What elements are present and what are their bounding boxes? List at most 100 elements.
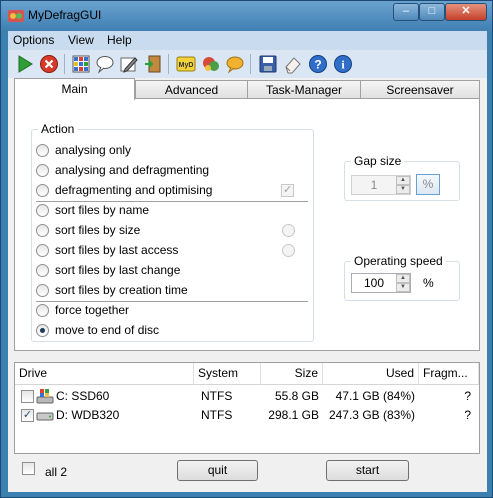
- tab-advanced[interactable]: Advanced: [135, 80, 248, 99]
- option-label: defragmenting and optimising: [55, 183, 213, 197]
- toolbar-separator: [64, 54, 65, 74]
- window-title: MyDefragGUI: [28, 8, 102, 22]
- stop-icon[interactable]: [39, 54, 59, 74]
- help-icon[interactable]: ?: [308, 54, 328, 74]
- tab-panel-main: Action analysing only analysing and defr…: [14, 98, 480, 351]
- tab-main[interactable]: Main: [14, 78, 135, 100]
- start-button[interactable]: start: [326, 460, 409, 481]
- stepper-up-icon[interactable]: ▲: [396, 176, 410, 185]
- tab-screensaver[interactable]: Screensaver: [360, 80, 480, 99]
- chat-bubble-icon[interactable]: [225, 54, 245, 74]
- app-window: MyDefragGUI – □ ✕ Options View Help MyD …: [0, 0, 493, 498]
- eraser-icon[interactable]: [283, 54, 303, 74]
- exit-door-icon[interactable]: [143, 54, 163, 74]
- drive-checkbox[interactable]: [21, 390, 34, 403]
- menu-help[interactable]: Help: [107, 33, 132, 47]
- title-bar[interactable]: MyDefragGUI – □ ✕: [1, 1, 492, 31]
- option-label: sort files by name: [55, 203, 150, 217]
- radio-button[interactable]: [36, 184, 49, 197]
- mydefrag-logo-icon[interactable]: MyD: [176, 54, 196, 74]
- all-drives-label: all 2: [45, 465, 68, 479]
- stepper-up-icon[interactable]: ▲: [396, 274, 410, 283]
- operating-speed-value: 100: [363, 276, 385, 290]
- radio-button[interactable]: [36, 244, 49, 257]
- column-header-size[interactable]: Size: [261, 363, 323, 385]
- edit-icon[interactable]: [119, 54, 139, 74]
- save-icon[interactable]: [258, 54, 278, 74]
- radio-button[interactable]: [36, 204, 49, 217]
- drive-icon: [36, 412, 54, 421]
- minimize-button[interactable]: –: [393, 3, 419, 21]
- column-header-drive[interactable]: Drive: [15, 363, 194, 385]
- paint-icon[interactable]: [201, 54, 221, 74]
- drive-system: NTFS: [201, 408, 233, 422]
- divider: [36, 301, 308, 302]
- drive-size: 298.1 GB: [268, 408, 319, 422]
- drive-system: NTFS: [201, 389, 233, 403]
- radio-button-selected[interactable]: [36, 324, 49, 337]
- column-header-system[interactable]: System: [194, 363, 261, 385]
- option-label: sort files by last access: [55, 243, 179, 257]
- grid-icon[interactable]: [71, 54, 91, 74]
- gap-size-value: 1: [370, 178, 378, 192]
- option-label: analysing and defragmenting: [55, 163, 210, 177]
- drive-list[interactable]: Drive System Size Used Fragm... C: SSD60…: [14, 362, 480, 454]
- column-header-used[interactable]: Used: [323, 363, 419, 385]
- option-label: sort files by size: [55, 223, 141, 237]
- option-label: force together: [55, 303, 130, 317]
- table-row[interactable]: ✓ D: WDB320 NTFS 298.1 GB 247.3 GB (83%)…: [15, 406, 479, 425]
- table-row[interactable]: C: SSD60 NTFS 55.8 GB 47.1 GB (84%) ?: [15, 387, 479, 406]
- radio-button[interactable]: [36, 224, 49, 237]
- option-label: sort files by creation time: [55, 283, 188, 297]
- stepper-down-icon[interactable]: ▼: [396, 283, 410, 292]
- option-label: analysing only: [55, 143, 132, 157]
- close-button[interactable]: ✕: [445, 3, 487, 21]
- radio-button[interactable]: [36, 144, 49, 157]
- toolbar-separator: [250, 54, 251, 74]
- action-group: Action analysing only analysing and defr…: [31, 122, 314, 342]
- column-header-fragm[interactable]: Fragm...: [419, 363, 479, 385]
- operating-speed-group: Operating speed 100 ▲ ▼ %: [344, 254, 460, 301]
- gap-size-stepper[interactable]: 1 ▲ ▼: [351, 175, 411, 195]
- drive-size: 55.8 GB: [274, 389, 319, 403]
- drive-fragm: ?: [464, 408, 471, 422]
- radio-button[interactable]: [36, 304, 49, 317]
- svg-text:?: ?: [314, 58, 321, 72]
- drive-fragm: ?: [464, 389, 471, 403]
- drive-name: C: SSD60: [56, 389, 110, 403]
- maximize-button[interactable]: □: [419, 3, 445, 21]
- gap-size-label: Gap size: [351, 154, 405, 168]
- mydefrag-logo-text: MyD: [179, 62, 194, 69]
- gap-size-group: Gap size 1 ▲ ▼ %: [344, 154, 460, 201]
- menu-bar: Options View Help: [8, 31, 487, 50]
- drive-checkbox[interactable]: ✓: [21, 409, 34, 422]
- toolbar-separator: [168, 54, 169, 74]
- sort-order-radio[interactable]: [282, 224, 295, 237]
- radio-button[interactable]: [36, 264, 49, 277]
- toolbar: MyD ? i: [8, 50, 487, 78]
- divider: [36, 201, 308, 202]
- quit-button[interactable]: quit: [177, 460, 258, 481]
- stepper-down-icon[interactable]: ▼: [396, 185, 410, 194]
- radio-button[interactable]: [36, 284, 49, 297]
- info-icon[interactable]: i: [333, 54, 353, 74]
- optimise-checkbox[interactable]: ✓: [281, 184, 294, 197]
- sort-order-radio[interactable]: [282, 244, 295, 257]
- operating-speed-label: Operating speed: [351, 254, 446, 268]
- speech-bubble-icon[interactable]: [95, 54, 115, 74]
- radio-button[interactable]: [36, 164, 49, 177]
- app-icon: [8, 10, 24, 22]
- operating-speed-stepper[interactable]: 100 ▲ ▼: [351, 273, 411, 293]
- action-group-label: Action: [38, 122, 78, 136]
- menu-view[interactable]: View: [68, 33, 94, 47]
- drive-name: D: WDB320: [56, 408, 120, 422]
- system-drive-icon: [36, 389, 54, 404]
- option-label: sort files by last change: [55, 263, 181, 277]
- menu-options[interactable]: Options: [13, 33, 54, 47]
- gap-unit-button[interactable]: %: [416, 174, 440, 195]
- client-area: Main Advanced Task-Manager Screensaver A…: [8, 78, 487, 492]
- tab-task-manager[interactable]: Task-Manager: [247, 80, 361, 99]
- all-drives-checkbox[interactable]: [22, 462, 35, 475]
- play-icon[interactable]: [15, 54, 35, 74]
- option-label: move to end of disc: [55, 323, 160, 337]
